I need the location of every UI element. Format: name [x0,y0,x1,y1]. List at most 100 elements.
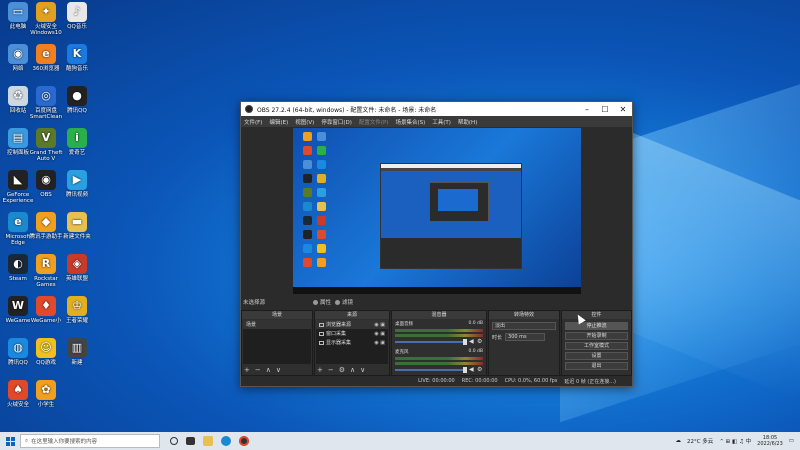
desktop-icon[interactable]: ● 腾讯QQ [59,86,95,114]
menu-item[interactable]: 工具(T) [432,118,451,126]
add-scene-button[interactable]: + [244,366,250,374]
visibility-lock-icon[interactable]: ◉ ▣ [374,331,385,337]
desktop-icon-label: QQ音乐 [67,24,87,30]
obs-docks: 场景 场景 + − ∧ ∨ 来源 浏览器来源 ◉ ▣ 窗口采集 ◉ ▣ 显示器采集 ◉ ▣… [241,310,632,376]
properties-button[interactable]: 属性 [313,298,331,306]
menu-item[interactable]: 视图(V) [295,118,314,126]
start-button[interactable] [0,432,20,450]
taskbar-search[interactable]: ⌕ 在这里输入你要搜索的内容 [20,434,160,448]
obs-titlebar[interactable]: OBS 27.2.4 (64-bit, windows) - 配置文件: 未命名… [241,102,632,116]
tray-icons[interactable]: ⌃ ⊞ ◧ ♫ 中 [719,437,751,445]
volume-slider[interactable] [395,367,467,373]
filters-button[interactable]: 滤镜 [335,298,353,306]
edge-icon[interactable] [221,436,231,446]
move-down-button[interactable]: ∨ [276,366,281,374]
move-down-button[interactable]: ∨ [360,366,365,374]
desktop-icon[interactable]: ♪ QQ音乐 [59,2,95,30]
desktop-icon[interactable]: ▬ 新建文件夹 [59,212,95,240]
control-button[interactable]: 设置 [565,352,628,360]
obs-statusbar: LIVE: 00:00:00 REC: 00:00:00 CPU: 0.0%, … [241,375,632,386]
windows-logo-icon [5,436,15,446]
app-icon: ◉ [8,44,28,64]
source-label: 浏览器来源 [326,322,352,328]
desktop-icon[interactable]: i 爱奇艺 [59,128,95,156]
move-up-button[interactable]: ∧ [350,366,355,374]
add-source-button[interactable]: + [317,366,323,374]
control-button[interactable]: 工作室模式 [565,342,628,350]
menu-item[interactable]: 停靠窗口(D) [321,118,352,126]
obs-logo-icon [245,105,253,113]
notifications-icon[interactable]: ▭ [789,438,794,444]
scenes-title: 场景 [242,311,312,319]
visibility-lock-icon[interactable]: ◉ ▣ [374,340,385,346]
mixer-dock: 混音器 桌面音频 0.0 dB ◀ ⚙ 麦克风 0.0 dB ◀ ⚙ [391,310,487,376]
minimize-button[interactable]: – [578,105,596,114]
obs-taskbar-icon[interactable] [239,436,249,446]
live-status: LIVE: 00:00:00 [418,378,455,384]
source-item[interactable]: 浏览器来源 ◉ ▣ [316,320,388,329]
desktop-icon[interactable]: ✿ 小学生 [28,380,64,408]
desktop-icon[interactable]: ◈ 英雄联盟 [59,254,95,282]
source-label: 窗口采集 [326,331,347,337]
monitor-icon [319,340,324,345]
preview-canvas[interactable] [293,128,581,294]
app-icon: ◍ [8,338,28,358]
transition-select[interactable]: 淡出 [492,322,556,330]
desktop-icon[interactable]: ▥ 新建 [59,338,95,366]
scenes-list: 场景 [243,320,311,364]
menu-item[interactable]: 文件(F) [244,118,262,126]
app-icon: ◉ [36,170,56,190]
obs-title: OBS 27.2.4 (64-bit, windows) - 配置文件: 未命名… [257,106,437,114]
menu-item[interactable]: 编辑(E) [269,118,288,126]
volume-slider[interactable] [395,339,467,345]
volume-meter [395,362,483,365]
filter-icon [335,299,341,305]
desktop-icon[interactable]: ♔ 王者荣耀 [59,296,95,324]
menu-item[interactable]: 场景集合(S) [395,118,425,126]
clock[interactable]: 18:05 2022/6/23 [757,435,783,447]
gear-icon[interactable]: ⚙ [477,367,483,373]
controls-title: 控件 [562,311,631,319]
search-icon: ⌕ [25,437,29,444]
control-button[interactable]: 停止推流 [565,322,628,330]
control-button[interactable]: 开始录制 [565,332,628,340]
scene-item[interactable]: 场景 [243,320,311,329]
channel-name: 桌面音频 [395,322,413,327]
control-button[interactable]: 退出 [565,362,628,370]
source-item[interactable]: 显示器采集 ◉ ▣ [316,338,388,347]
visibility-lock-icon[interactable]: ◉ ▣ [374,322,385,328]
app-icon: ▤ [8,128,28,148]
remove-source-button[interactable]: − [328,366,334,374]
task-view-icon[interactable] [170,437,178,445]
desktop-icon-label: 酷狗音乐 [65,66,88,72]
menu-item[interactable]: 帮助(H) [458,118,477,126]
file-explorer-icon[interactable] [203,436,213,446]
menu-item[interactable]: 配置文件(P) [359,118,389,126]
app-icon: K [67,44,87,64]
app-icon: ◎ [36,86,56,106]
speaker-icon[interactable]: ◀ [469,367,475,373]
app-icon: ● [67,86,87,106]
gear-icon[interactable]: ⚙ [477,339,483,345]
volume-meter [395,334,483,337]
widgets-icon[interactable] [186,437,195,445]
close-button[interactable]: ✕ [614,105,632,114]
desktop-icon-label: 新建文件夹 [63,234,91,240]
desktop-icon[interactable]: K 酷狗音乐 [59,44,95,72]
move-up-button[interactable]: ∧ [266,366,271,374]
remove-scene-button[interactable]: − [255,366,261,374]
source-properties-button[interactable]: ⚙ [339,366,345,374]
search-placeholder: 在这里输入你要搜索的内容 [31,439,98,445]
app-icon: ▭ [8,2,28,22]
maximize-button[interactable]: ☐ [596,105,614,114]
mixer-channel: 麦克风 0.0 dB ◀ ⚙ [392,347,486,375]
desktop-icon[interactable]: ▶ 腾讯视频 [59,170,95,198]
speaker-icon[interactable]: ◀ [469,339,475,345]
preview-taskbar [293,287,581,294]
weather-text[interactable]: 22°C 多云 [687,437,713,445]
app-icon: W [8,296,28,316]
duration-input[interactable]: 300 ms [505,333,546,341]
transitions-title: 转场特效 [489,311,559,319]
source-item[interactable]: 窗口采集 ◉ ▣ [316,329,388,338]
app-icon: i [67,128,87,148]
